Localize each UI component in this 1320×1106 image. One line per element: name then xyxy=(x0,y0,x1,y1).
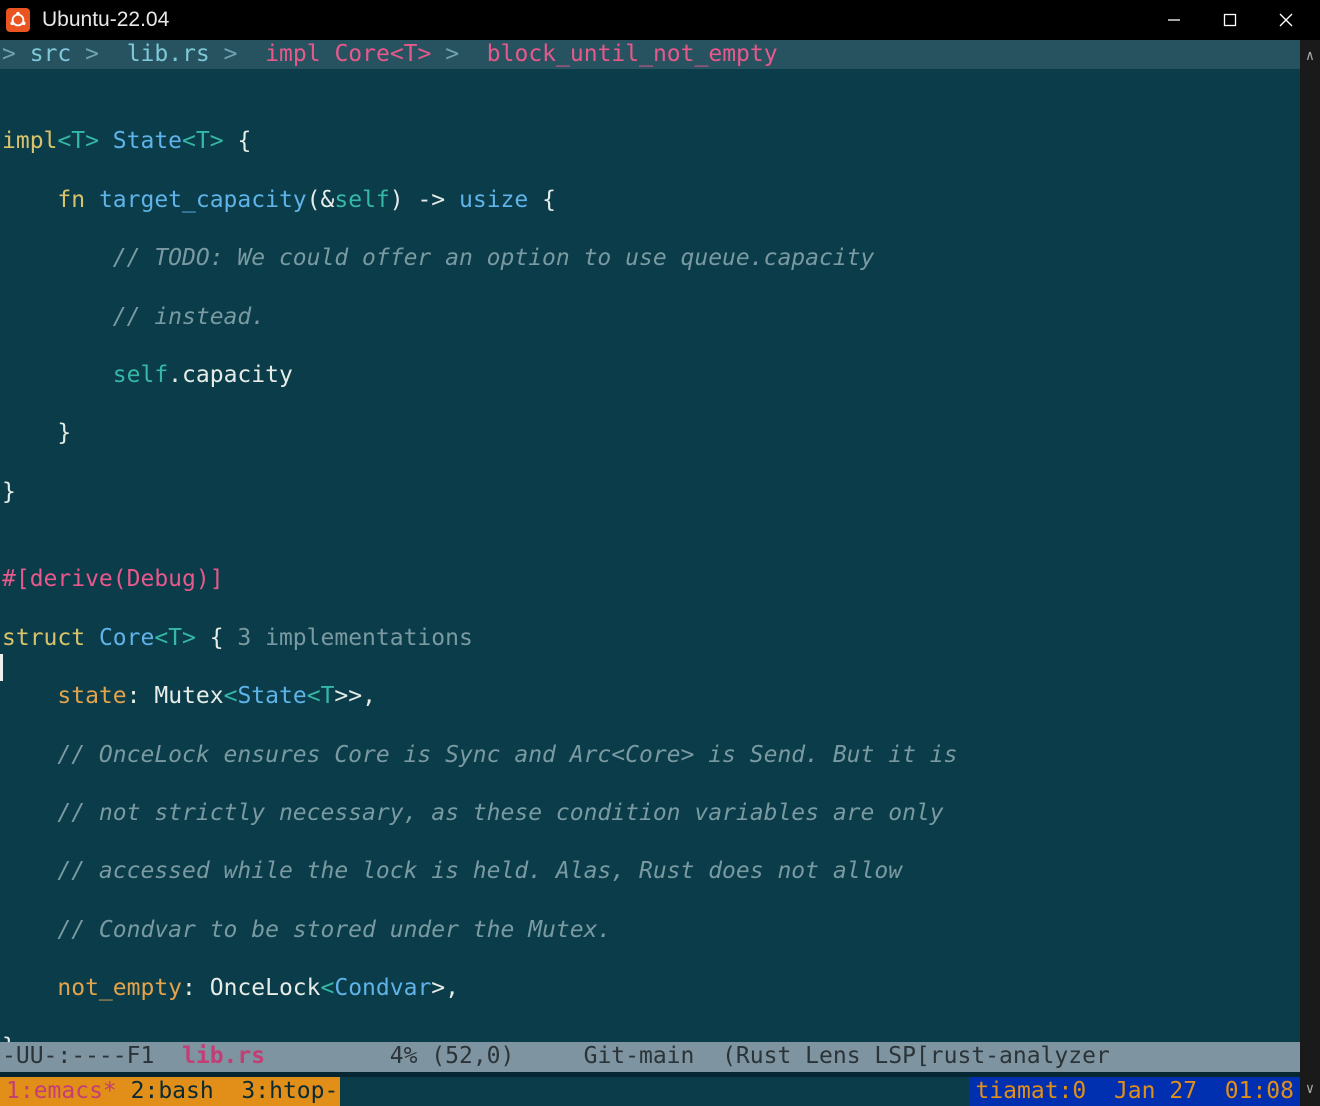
breadcrumb: > src > lib.rs > impl Core<T> > block_un… xyxy=(0,40,1300,69)
scrollbar[interactable]: ∧ ∨ xyxy=(1300,40,1320,1106)
minimize-button[interactable] xyxy=(1146,0,1202,40)
code-line: fn target_capacity(&self) -> usize { xyxy=(2,186,1298,215)
code-line: not_empty: OnceLock<Condvar>, xyxy=(2,974,1298,1003)
code-editor[interactable]: impl<T> State<T> { fn target_capacity(&s… xyxy=(0,69,1300,1042)
breadcrumb-fn: block_until_not_empty xyxy=(487,40,778,69)
code-line: } xyxy=(2,419,1298,448)
breadcrumb-file: lib.rs xyxy=(127,40,210,69)
tmux-status-right: tiamat:0 Jan 27 01:08 xyxy=(969,1077,1300,1106)
text-cursor xyxy=(0,654,3,681)
code-comment: // Condvar to be stored under the Mutex. xyxy=(2,916,1298,945)
tmux-time: 01:08 xyxy=(1225,1078,1294,1104)
emacs-modeline: -UU-:----F1 lib.rs 4% (52,0) Git-main (R… xyxy=(0,1042,1300,1072)
ubuntu-icon xyxy=(6,8,30,32)
code-comment: // instead. xyxy=(2,303,1298,332)
code-comment: // not strictly necessary, as these cond… xyxy=(2,799,1298,828)
code-line: self.capacity xyxy=(2,361,1298,390)
maximize-button[interactable] xyxy=(1202,0,1258,40)
modeline-file: lib.rs xyxy=(182,1042,265,1071)
tmux-window[interactable]: 2:bash xyxy=(117,1078,228,1104)
scroll-down-icon[interactable]: ∨ xyxy=(1300,1075,1320,1104)
window-titlebar: Ubuntu-22.04 xyxy=(0,0,1320,40)
tmux-date: Jan 27 xyxy=(1114,1078,1197,1104)
code-line: struct Core<T> { 3 implementations xyxy=(2,624,1298,653)
code-comment: // TODO: We could offer an option to use… xyxy=(2,244,1298,273)
close-button[interactable] xyxy=(1258,0,1314,40)
breadcrumb-src: src xyxy=(30,40,72,69)
scroll-up-icon[interactable]: ∧ xyxy=(1300,42,1320,71)
code-line: } xyxy=(2,1033,1298,1042)
tmux-host: tiamat:0 xyxy=(975,1078,1086,1104)
code-line: } xyxy=(2,478,1298,507)
code-line: state: Mutex<State<T>>, xyxy=(2,682,1298,711)
tmux-status: 1:emacs* 2:bash 3:htop- tiamat:0 Jan 27 … xyxy=(0,1077,1300,1106)
code-comment: // OnceLock ensures Core is Sync and Arc… xyxy=(2,741,1298,770)
breadcrumb-impl: impl Core<T> xyxy=(265,40,431,69)
window-title: Ubuntu-22.04 xyxy=(42,5,169,34)
code-comment: // accessed while the lock is held. Alas… xyxy=(2,857,1298,886)
code-attr: #[derive(Debug)] xyxy=(2,565,1298,594)
tmux-windows[interactable]: 1:emacs* 2:bash 3:htop- xyxy=(0,1077,340,1106)
code-line: impl<T> State<T> { xyxy=(2,127,1298,156)
tmux-window-active[interactable]: 1:emacs* xyxy=(6,1078,117,1104)
tmux-window[interactable]: 3:htop- xyxy=(228,1078,339,1104)
